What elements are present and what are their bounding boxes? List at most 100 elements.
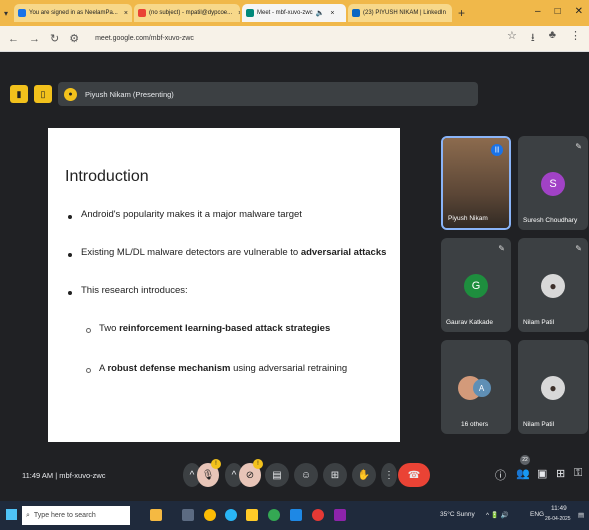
activities-icon[interactable]: ⊞: [556, 467, 565, 480]
forward-icon[interactable]: →: [29, 33, 40, 45]
avatar: S: [541, 172, 565, 196]
reload-icon[interactable]: ↻: [50, 32, 59, 45]
tray-icons[interactable]: ^ 🔋 🔊: [486, 511, 509, 519]
participant-tile[interactable]: ✎ G Gaurav Katkade: [441, 238, 511, 332]
slide-title: Introduction: [65, 168, 149, 185]
participant-name: 16 others: [461, 421, 489, 428]
extensions-icon[interactable]: ♣: [549, 29, 556, 48]
more-options-button[interactable]: ⋮: [381, 463, 397, 487]
sub-2-bold: robust defense mechanism: [107, 363, 231, 374]
site-settings-icon[interactable]: ⚙: [69, 32, 79, 45]
info-icon[interactable]: ⓘ: [495, 467, 506, 483]
clock-date[interactable]: 26-04-2025: [545, 516, 571, 522]
host-controls-icon[interactable]: ⚿: [574, 467, 582, 480]
bullet-dot: [68, 253, 72, 257]
clock-time[interactable]: 11:49: [551, 505, 567, 512]
participant-name: Nilam Patil: [523, 421, 555, 428]
gmail-icon: [138, 9, 146, 17]
weather-widget[interactable]: 35°C Sunny: [440, 511, 475, 518]
windows-start-icon[interactable]: [6, 509, 17, 520]
mic-warning-badge: !: [211, 459, 221, 469]
sub-1-text: Two: [99, 323, 120, 334]
separator: |: [55, 471, 58, 480]
back-icon[interactable]: ←: [8, 33, 19, 45]
presenting-bar: ▮ ▯ ● Piyush Nikam (Presenting): [10, 82, 478, 106]
participant-tile-others[interactable]: A 16 others: [441, 340, 511, 434]
minimize-icon[interactable]: –: [535, 6, 541, 17]
meet-window: ▮ ▯ ● Piyush Nikam (Presenting) Introduc…: [0, 52, 589, 501]
close-icon[interactable]: ×: [238, 10, 240, 17]
meet-icon: [246, 9, 254, 17]
favicon-icon: [18, 9, 26, 17]
notification-icon[interactable]: ▤: [578, 511, 584, 519]
slide-bullet-2: Existing ML/DL malware detectors are vul…: [81, 247, 386, 258]
browser-tab-active[interactable]: Meet - mbf-xuvo-zwc 🔈 ×: [242, 4, 346, 22]
leave-call-button[interactable]: ☎: [398, 463, 430, 487]
slide-subbullet-1: Two reinforcement learning-based attack …: [99, 323, 330, 334]
participant-tile[interactable]: ✎ ● Nilam Patil: [518, 238, 588, 332]
pin-icon[interactable]: ▮: [10, 85, 28, 103]
presenter-label: Piyush Nikam (Presenting): [85, 89, 174, 99]
mic-off-icon: ✎: [575, 142, 582, 151]
participant-name: Suresh Choudhary: [523, 217, 578, 224]
maximize-icon[interactable]: □: [555, 6, 561, 17]
presenting-icon: ●: [64, 87, 77, 101]
raise-hand-button[interactable]: ✋: [352, 463, 376, 487]
browser-tab[interactable]: (23) PIYUSH NIKAM | LinkedIn ×: [348, 4, 452, 22]
bullet-dot: [68, 215, 72, 219]
app-icon[interactable]: [334, 509, 346, 521]
browser-tab[interactable]: (no subject) - mpatil@dypcoe... ×: [134, 4, 240, 22]
search-icon: ⌕: [26, 511, 30, 519]
captions-button[interactable]: ▤: [265, 463, 289, 487]
bullet-2-bold: adversarial attacks: [300, 247, 387, 258]
slide-bullet-3: This research introduces:: [81, 285, 188, 296]
present-button[interactable]: ⊞: [323, 463, 347, 487]
avatar: G: [464, 274, 488, 298]
camera-warning-badge: !: [253, 459, 263, 469]
menu-kebab-icon[interactable]: ⋮: [570, 29, 581, 48]
url-field[interactable]: meet.google.com/mbf-xuvo-zwc: [95, 35, 194, 42]
meeting-controls-bar: 11:49 AM | mbf-xuvo-zwc ^ 🎙 ! ^ ⊘ ! ▤ ☺ …: [0, 446, 589, 501]
download-icon[interactable]: ⭳: [531, 29, 535, 48]
chrome-icon[interactable]: [204, 509, 216, 521]
close-icon[interactable]: ×: [124, 10, 128, 17]
chat-icon[interactable]: ▣: [537, 467, 547, 480]
meeting-code: mbf-xuvo-zwc: [59, 471, 106, 480]
participant-count-badge: 22: [520, 455, 530, 465]
edge-icon[interactable]: [225, 509, 237, 521]
app-icon[interactable]: [290, 509, 302, 521]
presenter-banner: ● Piyush Nikam (Presenting): [58, 82, 478, 106]
participant-tile[interactable]: ||| Piyush Nikam: [441, 136, 511, 230]
new-tab-icon[interactable]: +: [458, 6, 465, 20]
bookmark-star-icon[interactable]: ☆: [507, 29, 517, 48]
avatar: A: [472, 379, 491, 397]
participant-name: Gaurav Katkade: [446, 319, 493, 326]
emoji-button[interactable]: ☺: [294, 463, 318, 487]
participant-tile[interactable]: ● Nilam Patil: [518, 340, 588, 434]
tab-list-icon[interactable]: ▾: [4, 9, 14, 18]
taskbar-search[interactable]: ⌕ Type here to search: [22, 506, 130, 525]
app-icon[interactable]: [312, 509, 324, 521]
avatar-photo: ●: [541, 274, 565, 298]
language-indicator[interactable]: ENG: [530, 511, 544, 518]
bullet-2-text: Existing ML/DL malware detectors are vul…: [81, 247, 301, 258]
shared-slide: Introduction Android's popularity makes …: [48, 128, 400, 442]
slide-bullet-1: Android's popularity makes it a major ma…: [81, 209, 302, 220]
chrome-profile-icon[interactable]: [268, 509, 280, 521]
layout-icon[interactable]: ▯: [34, 85, 52, 103]
close-icon[interactable]: ×: [330, 10, 334, 17]
close-window-icon[interactable]: ✕: [575, 6, 583, 17]
window-controls: – □ ✕: [535, 6, 583, 17]
browser-tab[interactable]: You are signed in as NeelamPa... ×: [14, 4, 132, 22]
speaker-icon[interactable]: 🔈: [316, 9, 325, 17]
task-view-icon[interactable]: [182, 509, 194, 521]
speaking-indicator-icon: |||: [491, 144, 503, 156]
taskbar-app-icon[interactable]: [150, 509, 162, 521]
meeting-info: 11:49 AM | mbf-xuvo-zwc: [22, 471, 106, 480]
file-explorer-icon[interactable]: [246, 509, 258, 521]
people-icon[interactable]: 👥: [516, 467, 530, 480]
tab-label: You are signed in as NeelamPa...: [29, 10, 118, 16]
participant-tile[interactable]: ✎ S Suresh Choudhary: [518, 136, 588, 230]
sub-bullet-circle: [86, 328, 91, 333]
meeting-time: 11:49 AM: [22, 471, 54, 480]
